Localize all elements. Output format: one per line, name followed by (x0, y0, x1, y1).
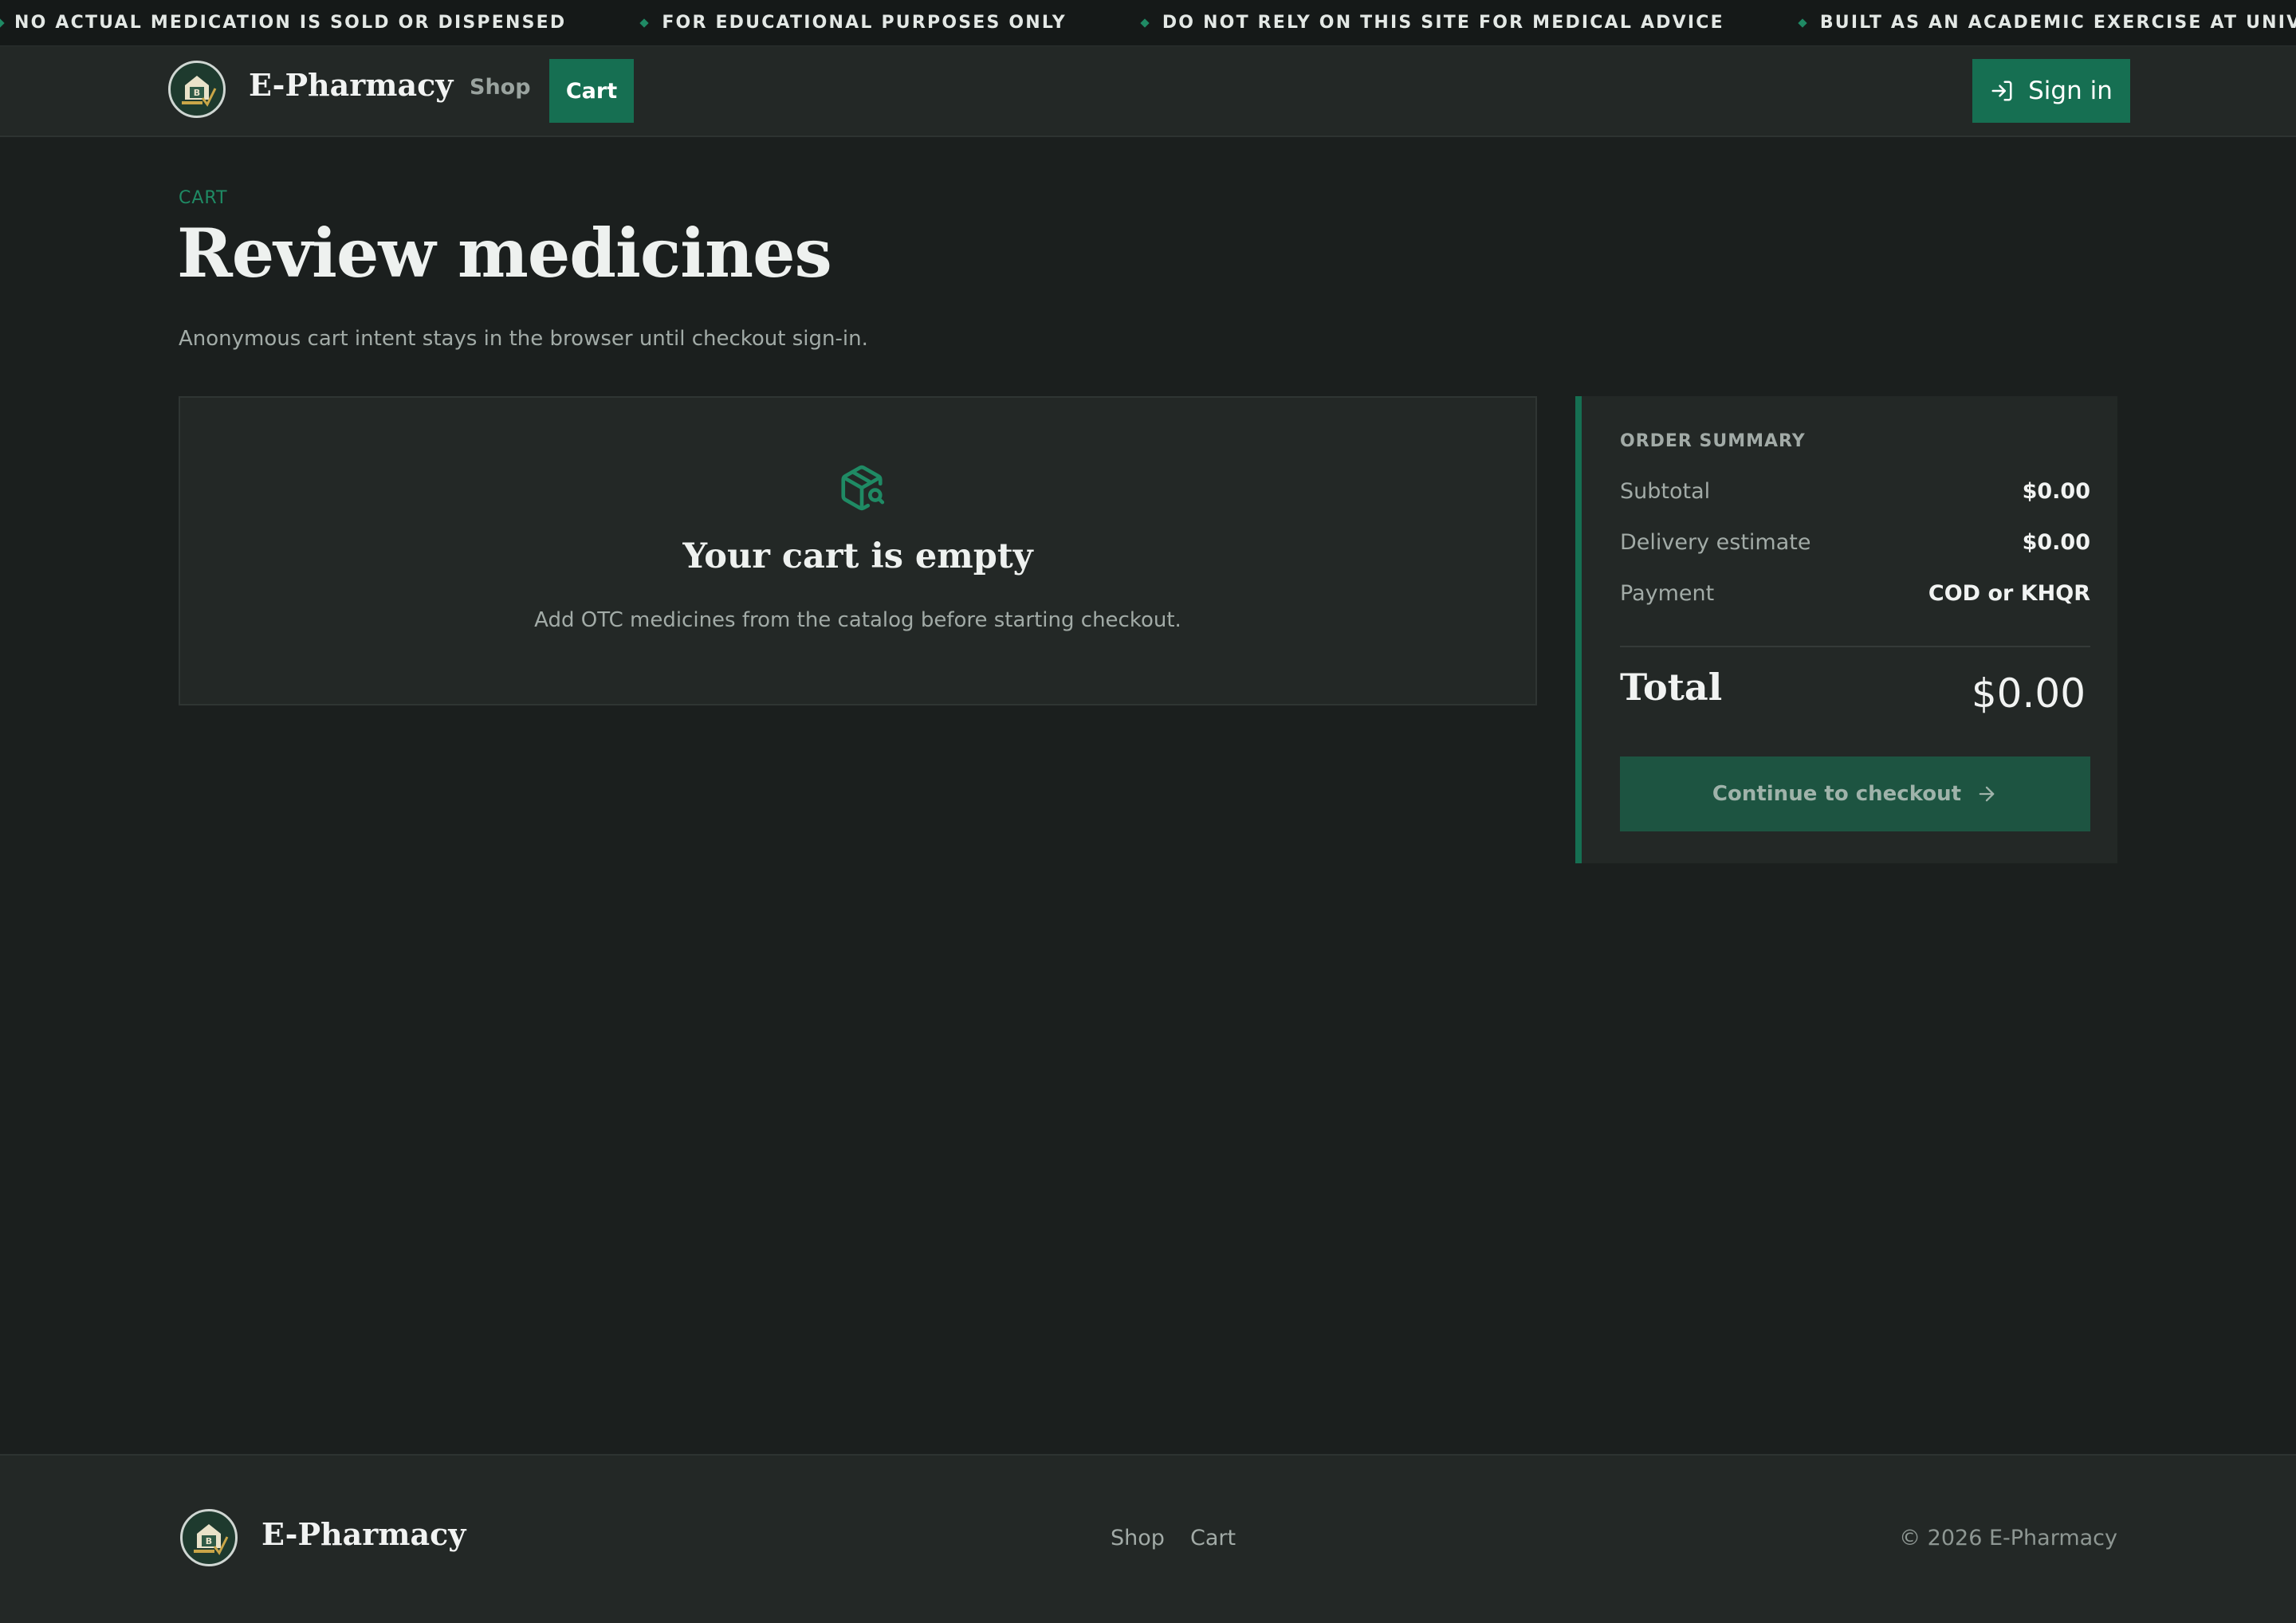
summary-row-value: COD or KHQR (1928, 581, 2090, 606)
svg-text:B: B (206, 1536, 212, 1546)
brand-name[interactable]: E-Pharmacy (249, 67, 453, 103)
summary-row-label: Payment (1620, 581, 1715, 606)
ticker-item: FOR EDUCATIONAL PURPOSES ONLY (566, 13, 1067, 33)
checkout-button-label: Continue to checkout (1712, 782, 1962, 806)
svg-text:B: B (194, 88, 200, 98)
footer-shop-link[interactable]: Shop (1111, 1526, 1165, 1550)
summary-divider (1620, 646, 2090, 647)
ticker-text: BUILT AS AN ACADEMIC EXERCISE AT UNIVERS… (1819, 13, 2296, 33)
ticker-text: NO ACTUAL MEDICATION IS SOLD OR DISPENSE… (14, 13, 567, 33)
sign-in-icon (1990, 79, 2014, 103)
summary-row-subtotal: Subtotal $0.00 (1620, 479, 2090, 504)
ticker-text: DO NOT RELY ON THIS SITE FOR MEDICAL ADV… (1162, 13, 1724, 33)
empty-cart-title: Your cart is empty (682, 536, 1033, 576)
arrow-right-icon (1976, 783, 1998, 805)
sign-in-label: Sign in (2028, 77, 2113, 105)
empty-cart-message: Add OTC medicines from the catalog befor… (534, 608, 1181, 632)
ticker-text: FOR EDUCATIONAL PURPOSES ONLY (662, 13, 1067, 33)
brand-logo-icon[interactable]: B (168, 61, 226, 118)
summary-row-delivery: Delivery estimate $0.00 (1620, 530, 2090, 555)
footer-cart-link[interactable]: Cart (1190, 1526, 1236, 1550)
page-subtitle: Anonymous cart intent stays in the brows… (179, 327, 868, 351)
order-summary-heading: ORDER SUMMARY (1620, 431, 1806, 451)
cart-items-panel: Your cart is empty Add OTC medicines fro… (179, 396, 1537, 705)
summary-row-value: $0.00 (2022, 479, 2090, 504)
nav-cart-link[interactable]: Cart (549, 59, 634, 123)
continue-to-checkout-button[interactable]: Continue to checkout (1620, 756, 2090, 831)
summary-row-label: Subtotal (1620, 479, 1711, 504)
package-search-icon (837, 463, 887, 513)
diamond-bullet-icon (639, 18, 649, 28)
summary-row-value: $0.00 (2022, 530, 2090, 555)
diamond-bullet-icon (1140, 18, 1150, 28)
order-summary-card: ORDER SUMMARY Subtotal $0.00 Delivery es… (1575, 396, 2117, 863)
disclaimer-ticker: NO ACTUAL MEDICATION IS SOLD OR DISPENSE… (0, 0, 2296, 46)
page-title: Review medicines (177, 214, 832, 293)
copyright-text: © 2026 E-Pharmacy (1899, 1526, 2117, 1550)
ticker-item: NO ACTUAL MEDICATION IS SOLD OR DISPENSE… (0, 13, 566, 33)
summary-row-payment: Payment COD or KHQR (1620, 581, 2090, 606)
site-footer: B E-Pharmacy Shop Cart © 2026 E-Pharmacy (0, 1454, 2296, 1623)
summary-row-label: Delivery estimate (1620, 530, 1811, 555)
nav-shop-link[interactable]: Shop (470, 75, 531, 100)
total-label: Total (1620, 666, 1723, 709)
ticker-item: BUILT AS AN ACADEMIC EXERCISE AT UNIVERS… (1724, 13, 2296, 33)
footer-logo-icon[interactable]: B (180, 1509, 238, 1566)
total-value: $0.00 (1971, 670, 2086, 717)
footer-brand-name[interactable]: E-Pharmacy (261, 1516, 466, 1552)
page-eyebrow: CART (179, 188, 228, 208)
ticker-track: NO ACTUAL MEDICATION IS SOLD OR DISPENSE… (0, 0, 2296, 45)
ticker-item: DO NOT RELY ON THIS SITE FOR MEDICAL ADV… (1067, 13, 1724, 33)
diamond-bullet-icon (1798, 18, 1807, 28)
diamond-bullet-icon (0, 18, 5, 28)
sign-in-button[interactable]: Sign in (1972, 59, 2130, 123)
